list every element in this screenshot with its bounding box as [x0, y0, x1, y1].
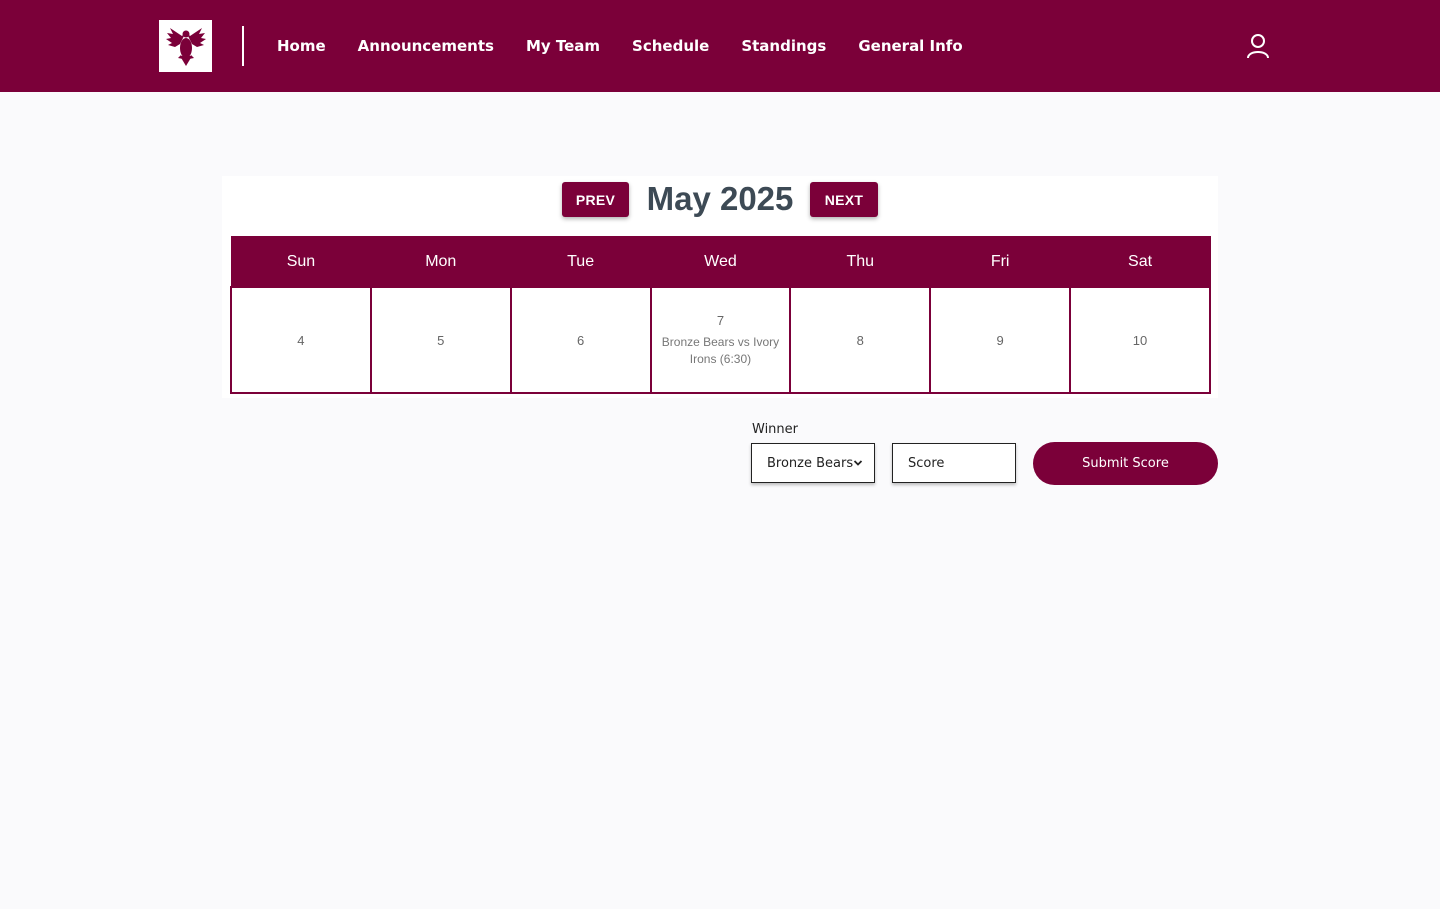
nav-link-standings[interactable]: Standings: [741, 37, 826, 55]
top-navbar: Home Announcements My Team Schedule Stan…: [0, 0, 1440, 92]
nav-link-general-info[interactable]: General Info: [858, 37, 962, 55]
day-event[interactable]: Bronze Bears vs Ivory Irons (6:30): [658, 334, 784, 368]
chevron-down-icon: [853, 460, 863, 466]
day-cell[interactable]: 5: [369, 286, 512, 394]
day-cell[interactable]: 4: [230, 286, 372, 394]
nav-link-schedule[interactable]: Schedule: [632, 37, 709, 55]
weekday-header-thu: Thu: [789, 236, 931, 288]
week-row: 4 5 6 7 Bronze Bears vs Ivory Irons (6:3…: [230, 286, 1211, 394]
day-number: 7: [716, 312, 725, 328]
prev-month-button[interactable]: PREV: [562, 182, 629, 217]
weekday-header-sat: Sat: [1069, 236, 1211, 288]
day-cell[interactable]: 8: [789, 286, 932, 394]
weekday-header-fri: Fri: [929, 236, 1071, 288]
weekday-header-tue: Tue: [510, 236, 652, 288]
day-number: 4: [297, 332, 305, 348]
submit-score-button[interactable]: Submit Score: [1033, 442, 1218, 485]
day-number: 9: [996, 332, 1004, 348]
day-cell[interactable]: 9: [929, 286, 1072, 394]
nav-divider: [242, 26, 244, 66]
calendar-grid: Sun Mon Tue Wed Thu Fri Sat 4 5 6 7 Bron…: [230, 236, 1211, 394]
day-cell[interactable]: 10: [1069, 286, 1211, 394]
weekday-header-row: Sun Mon Tue Wed Thu Fri Sat: [230, 236, 1211, 288]
weekday-header-sun: Sun: [230, 236, 372, 288]
weekday-header-wed: Wed: [650, 236, 791, 288]
nav-link-home[interactable]: Home: [277, 37, 326, 55]
day-number: 5: [437, 332, 445, 348]
day-number: 10: [1132, 332, 1148, 348]
logo[interactable]: [159, 20, 212, 72]
nav-link-announcements[interactable]: Announcements: [358, 37, 494, 55]
day-number: 6: [576, 332, 585, 348]
weekday-header-mon: Mon: [370, 236, 512, 288]
winner-select[interactable]: Bronze Bears: [751, 443, 875, 483]
day-number: 8: [856, 332, 864, 348]
eagle-crest-icon: [165, 28, 206, 66]
score-input[interactable]: [892, 443, 1016, 483]
day-cell[interactable]: 6: [509, 286, 652, 394]
month-title: May 2025: [646, 180, 794, 217]
winner-label: Winner: [752, 422, 799, 437]
calendar-card: PREV May 2025 NEXT Sun Mon Tue Wed Thu F…: [222, 176, 1218, 398]
day-cell[interactable]: 7 Bronze Bears vs Ivory Irons (6:30): [649, 286, 792, 394]
nav-links: Home Announcements My Team Schedule Stan…: [277, 0, 995, 92]
user-icon[interactable]: [1246, 33, 1270, 59]
next-month-button[interactable]: NEXT: [810, 182, 878, 217]
nav-link-my-team[interactable]: My Team: [526, 37, 600, 55]
winner-select-value: Bronze Bears: [767, 455, 854, 471]
